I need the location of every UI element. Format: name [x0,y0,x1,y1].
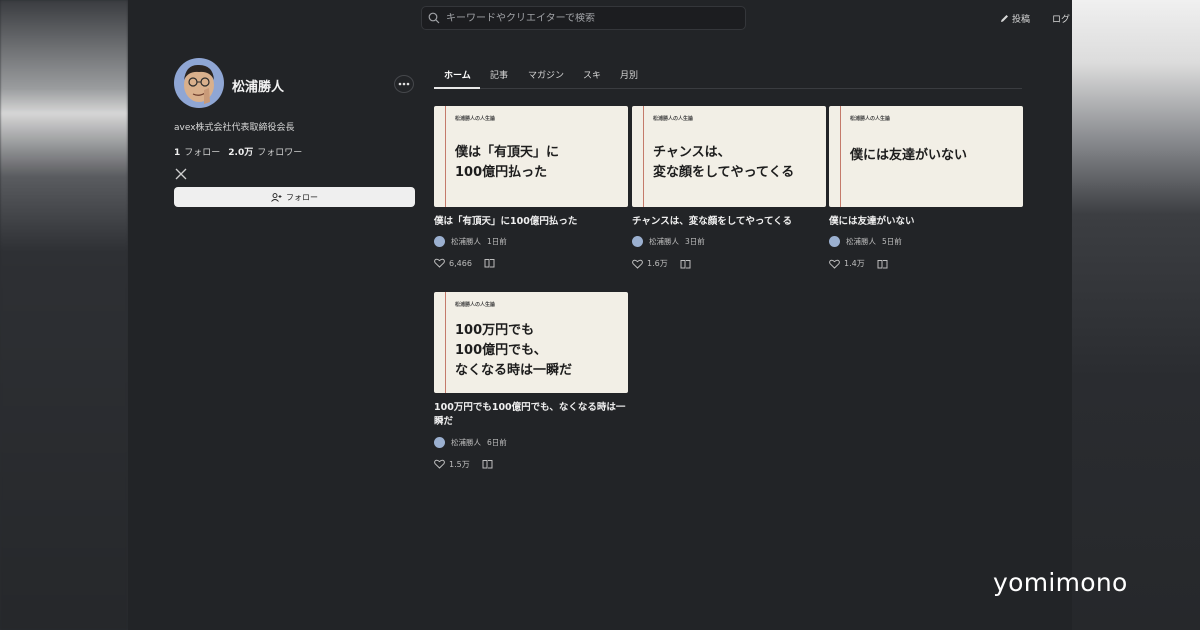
heart-icon[interactable] [829,259,840,269]
article-card[interactable]: 松浦勝人の人生論 僕は「有頂天」に 100億円払った 僕は「有頂天」に100億円… [434,106,628,268]
magazine-add-icon[interactable] [482,459,494,469]
series-label: 松浦勝人の人生論 [653,116,694,122]
login-button[interactable]: ログ [1052,12,1070,25]
article-card[interactable]: 松浦勝人の人生論 チャンスは、 変な顔をしてやってくる チャンスは、変な顔をして… [632,106,826,269]
article-title[interactable]: 100万円でも100億円でも、なくなる時は一瞬だ [434,401,628,430]
article-card[interactable]: 松浦勝人の人生論 100万円でも 100億円でも、 なくなる時は一瞬だ 100万… [434,292,628,470]
series-label: 松浦勝人の人生論 [455,116,496,122]
article-meta: 松浦勝人 5日前 [829,236,1023,248]
post-time: 3日前 [685,237,705,247]
heart-icon[interactable] [632,259,643,269]
thumbnail-accent-line [445,292,446,393]
profile-tabs: ホーム 記事 マガジン スキ 月別 [434,60,1022,89]
author-name[interactable]: 松浦勝人 [451,236,481,247]
article-stats: 1.6万 [632,258,826,269]
x-social-icon[interactable] [175,168,187,180]
magazine-add-icon[interactable] [484,258,496,268]
magazine-add-icon[interactable] [877,259,889,269]
like-count: 1.6万 [647,259,668,269]
tab-home[interactable]: ホーム [444,68,471,81]
author-name[interactable]: 松浦勝人 [846,236,876,247]
active-tab-indicator [434,87,480,89]
article-title[interactable]: 僕は「有頂天」に100億円払った [434,215,628,229]
thumbnail-text: チャンスは、 変な顔をしてやってくる [653,145,795,181]
search-input[interactable] [446,12,726,24]
search-icon [428,12,440,24]
like-count: 1.4万 [844,259,865,269]
author-avatar[interactable] [434,236,445,248]
follow-button[interactable]: フォロー [174,187,415,207]
post-button[interactable]: 投稿 [1000,12,1030,25]
following-label[interactable]: フォロー [184,145,220,158]
article-stats: 1.5万 [434,459,628,470]
article-thumbnail[interactable]: 松浦勝人の人生論 僕には友達がいない [829,106,1023,207]
post-time: 6日前 [487,437,507,447]
article-thumbnail[interactable]: 松浦勝人の人生論 チャンスは、 変な顔をしてやってくる [632,106,826,207]
article-thumbnail[interactable]: 松浦勝人の人生論 僕は「有頂天」に 100億円払った [434,106,628,207]
author-name[interactable]: 松浦勝人 [451,437,481,448]
profile-page: 投稿 ログ 松浦勝人 avex株式会社代表取締役会長 1 フォロー 2.0万 フ… [128,0,1072,630]
tab-monthly[interactable]: 月別 [620,68,638,81]
profile-name: 松浦勝人 [232,80,285,95]
article-meta: 松浦勝人 6日前 [434,436,628,448]
profile-avatar-icon [174,58,224,108]
tab-magazines[interactable]: マガジン [528,68,564,81]
blurred-background-right [1072,0,1200,630]
follower-count[interactable]: 2.0万 [228,145,253,158]
more-dots-icon [398,82,410,86]
thumbnail-accent-line [445,106,446,207]
search-box[interactable] [421,6,746,30]
article-meta: 松浦勝人 1日前 [434,236,628,248]
thumbnail-text: 僕には友達がいない [850,148,968,163]
top-bar: 投稿 ログ [128,0,1072,36]
heart-icon[interactable] [434,258,445,268]
follow-stats: 1 フォロー 2.0万 フォロワー [174,145,302,158]
thumbnail-accent-line [840,106,841,207]
article-stats: 1.4万 [829,258,1023,269]
follower-label[interactable]: フォロワー [257,145,302,158]
watermark-logo: yomimono [993,568,1128,597]
article-thumbnail[interactable]: 松浦勝人の人生論 100万円でも 100億円でも、 なくなる時は一瞬だ [434,292,628,393]
post-label: 投稿 [1012,15,1031,25]
author-name[interactable]: 松浦勝人 [649,236,679,247]
thumbnail-text: 100万円でも 100億円でも、 なくなる時は一瞬だ [455,323,573,379]
tab-likes[interactable]: スキ [583,68,601,81]
like-count: 6,466 [449,258,472,268]
article-stats: 6,466 [434,258,628,268]
author-avatar[interactable] [829,236,840,248]
heart-icon[interactable] [434,459,445,469]
post-time: 5日前 [882,237,902,247]
post-time: 1日前 [487,237,507,247]
article-title[interactable]: チャンスは、変な顔をしてやってくる [632,215,826,229]
series-label: 松浦勝人の人生論 [850,116,891,122]
article-card[interactable]: 松浦勝人の人生論 僕には友達がいない 僕には友達がいない 松浦勝人 5日前 1.… [829,106,1023,269]
profile-bio: avex株式会社代表取締役会長 [174,123,295,133]
follow-button-label: フォロー [286,192,318,202]
add-user-icon [271,192,282,202]
more-options-button[interactable] [394,75,414,93]
thumbnail-text: 僕は「有頂天」に 100億円払った [455,145,560,181]
series-label: 松浦勝人の人生論 [455,302,496,308]
author-avatar[interactable] [632,236,643,248]
author-avatar[interactable] [434,436,445,448]
article-title[interactable]: 僕には友達がいない [829,215,1023,229]
thumbnail-accent-line [643,106,644,207]
pencil-icon [1001,15,1008,22]
magazine-add-icon[interactable] [680,259,692,269]
article-meta: 松浦勝人 3日前 [632,236,826,248]
avatar[interactable] [174,58,224,108]
like-count: 1.5万 [449,459,470,469]
following-count[interactable]: 1 [174,148,180,158]
tab-articles[interactable]: 記事 [490,68,508,81]
blurred-background-left [0,0,128,630]
